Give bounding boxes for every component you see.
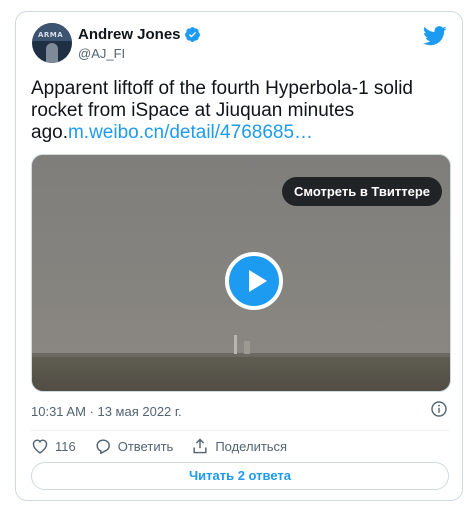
read-replies-button[interactable]: Читать 2 ответа (31, 462, 449, 490)
author-name-line[interactable]: Andrew Jones (78, 26, 201, 43)
avatar-text: ARMA (38, 31, 64, 39)
rocket-tower (234, 335, 237, 354)
reply-icon (96, 439, 110, 454)
video-ground (32, 357, 450, 391)
heart-icon (32, 439, 48, 454)
tweet-link[interactable]: m.weibo.cn/detail/4768685… (68, 122, 313, 143)
author-name[interactable]: Andrew Jones (78, 26, 181, 43)
share-icon (193, 438, 207, 454)
like-button[interactable]: 116 (31, 438, 76, 454)
divider (31, 430, 449, 431)
play-icon[interactable] (225, 252, 283, 310)
like-count: 116 (55, 438, 76, 454)
tweet-text-block: Apparent liftoff of the fourth Hyperbola… (31, 78, 451, 144)
author-handle[interactable]: @AJ_FI (78, 46, 125, 61)
reply-label: Ответить (117, 438, 174, 454)
watch-on-twitter-button[interactable]: Смотреть в Твиттере (282, 177, 442, 206)
avatar[interactable]: ARMA (32, 23, 72, 63)
tweet-actions: 116 Ответить Поделиться (31, 436, 305, 456)
verified-badge-icon (184, 27, 200, 42)
tweet-timestamp[interactable]: 10:31 AM · 13 мая 2022 г. (31, 404, 182, 419)
twitter-bird-icon[interactable] (423, 26, 447, 46)
share-label: Поделиться (215, 438, 288, 454)
share-button[interactable]: Поделиться (191, 438, 287, 454)
info-icon[interactable] (431, 401, 447, 417)
tweet-card[interactable]: ARMA Andrew Jones @AJ_FI Apparent liftof… (15, 11, 463, 501)
reply-button[interactable]: Ответить (94, 438, 174, 454)
video-media[interactable]: Смотреть в Твиттере (31, 154, 451, 392)
